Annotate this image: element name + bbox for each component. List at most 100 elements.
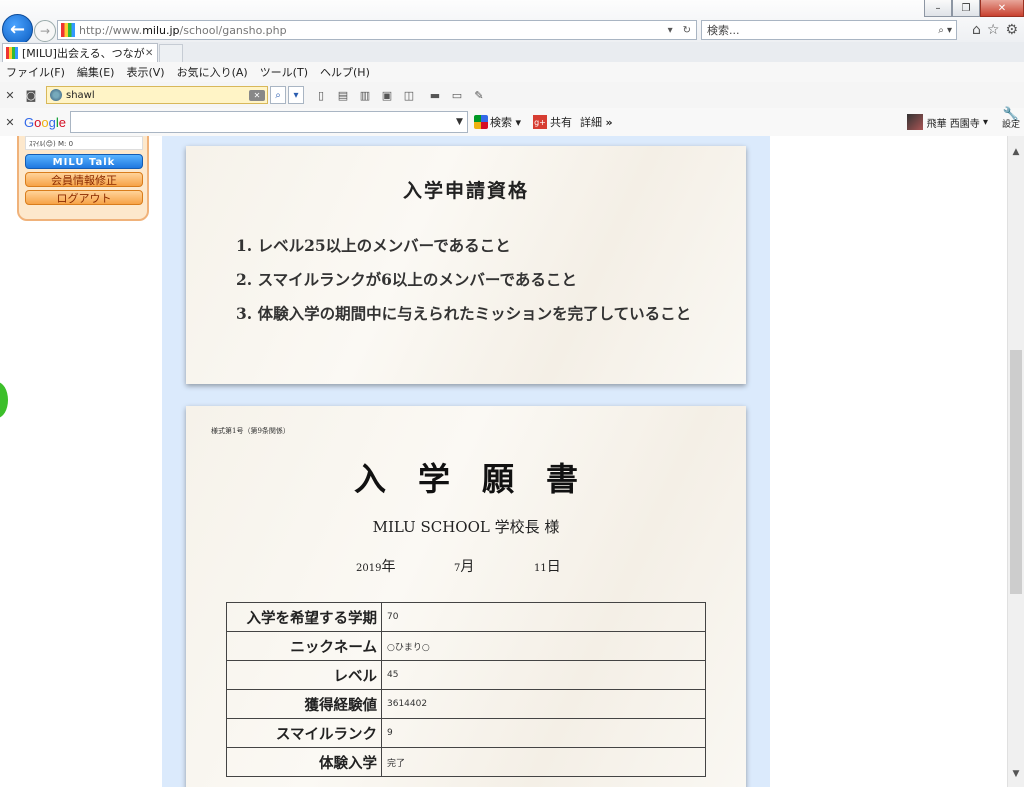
google-search-input[interactable]: ▼ xyxy=(69,111,468,133)
menu-tools[interactable]: ツール(T) xyxy=(254,64,314,80)
close-window-button[interactable]: ✕ xyxy=(980,0,1024,17)
google-settings-button[interactable]: 🔧 設定 xyxy=(1002,107,1020,130)
tab-title: [MILU]出会える、つなが... xyxy=(22,47,145,60)
tab-milu[interactable]: [MILU]出会える、つなが... ✕ xyxy=(2,43,158,62)
application-title: 入学願書 xyxy=(353,460,610,498)
toolbar-search-button[interactable]: ⌕ xyxy=(270,86,286,104)
address-bar[interactable]: http://www.milu.jp/school/gansho.php ▾ ↻ xyxy=(57,20,697,40)
form-number: 様式第1号（第9条関係） xyxy=(211,427,290,435)
arrow-left-icon: ← xyxy=(9,19,26,40)
page-viewport: ｽﾏｲﾙ(😊) M: 0 MILU Talk 会員情報修正 ログアウト 入学申請… xyxy=(0,136,1007,787)
row-value: 45 xyxy=(381,660,706,690)
google-details-button[interactable]: 詳細 » xyxy=(580,114,613,130)
browser-tool-icons: ⌂ ☆ ⚙ xyxy=(972,22,1018,38)
row-value: 9 xyxy=(381,718,706,748)
refresh-icon[interactable]: ↻ xyxy=(678,25,696,36)
tab-favicon-icon xyxy=(6,47,18,59)
forward-button[interactable]: → xyxy=(34,20,56,42)
search-icon[interactable]: ⌕ ▾ xyxy=(934,25,956,36)
avatar xyxy=(906,114,923,130)
row-value: 完了 xyxy=(381,747,706,777)
monitor-arrow-icon[interactable]: ▭ xyxy=(450,88,464,102)
close-tab-icon[interactable]: ✕ xyxy=(145,48,157,59)
minimize-button[interactable]: – xyxy=(924,0,952,17)
back-button[interactable]: ← xyxy=(2,14,33,45)
google-share-button[interactable]: g+ 共有 xyxy=(532,114,572,130)
home-icon[interactable]: ⌂ xyxy=(972,22,981,38)
pin-icon[interactable]: ✎ xyxy=(472,88,486,102)
date-day: 11日 xyxy=(534,559,561,575)
side-tab-handle[interactable] xyxy=(0,382,8,418)
date-month: 7月 xyxy=(454,559,475,575)
table-row: スマイルランク 9 xyxy=(226,718,706,748)
close-toolbar-icon[interactable]: ✕ xyxy=(0,89,20,102)
menu-edit[interactable]: 編集(E) xyxy=(71,64,121,80)
windows-icon[interactable]: ◫ xyxy=(402,88,416,102)
toolbar-search-box[interactable]: shawl ✕ xyxy=(46,86,268,104)
menu-view[interactable]: 表示(V) xyxy=(120,64,170,80)
table-row: 入学を希望する学期 70 xyxy=(226,602,706,632)
globe-icon xyxy=(50,89,62,101)
wrench-icon: 🔧 xyxy=(1002,107,1020,122)
browser-search-input[interactable]: 検索... xyxy=(702,22,934,38)
recipient-line: MILU SCHOOL 学校長 様 xyxy=(372,518,560,536)
gear-icon[interactable]: ⚙ xyxy=(1005,22,1018,38)
google-user-menu[interactable]: 飛華 西園寺 ▾ xyxy=(906,114,988,130)
page-up-icon[interactable]: ▤ xyxy=(336,88,350,102)
title-bar: ← → http://www.milu.jp/school/gansho.php… xyxy=(0,0,1024,45)
close-google-toolbar-icon[interactable]: ✕ xyxy=(0,116,20,129)
row-label: ニックネーム xyxy=(226,631,382,661)
chevron-down-icon[interactable]: ▼ xyxy=(456,117,467,127)
scroll-up-icon[interactable]: ▲ xyxy=(1008,144,1024,161)
google-logo: Google xyxy=(24,114,66,130)
edit-profile-button[interactable]: 会員情報修正 xyxy=(25,172,143,187)
row-value: 3614402 xyxy=(381,689,706,719)
maximize-button[interactable]: ❐ xyxy=(952,0,980,17)
window-icon[interactable]: ▣ xyxy=(380,88,394,102)
menu-help[interactable]: ヘルプ(H) xyxy=(314,64,376,80)
browser-search-box[interactable]: 検索... ⌕ ▾ xyxy=(701,20,957,40)
row-value: ○ひまり○ xyxy=(381,631,706,661)
requirement-item: 1. レベル25以上のメンバーであること xyxy=(236,236,511,255)
menu-file[interactable]: ファイル(F) xyxy=(0,64,71,80)
scrollbar-thumb[interactable] xyxy=(1010,350,1022,594)
main-content: 入学申請資格 1. レベル25以上のメンバーであること 2. スマイルランクが6… xyxy=(162,136,770,787)
addon-toolbar: ✕ ◙ shawl ✕ ⌕ ▾ ▯ ▤ ▥ ▣ ◫ ▬ ▭ ✎ xyxy=(0,82,1024,109)
menu-favorites[interactable]: お気に入り(A) xyxy=(171,64,254,80)
application-form-card: 様式第1号（第9条関係） 入学願書 MILU SCHOOL 学校長 様 2019… xyxy=(186,406,746,787)
address-dropdown-icon[interactable]: ▾ xyxy=(663,25,678,36)
table-row: 獲得経験値 3614402 xyxy=(226,689,706,719)
google-search-button[interactable]: 検索 ▾ xyxy=(473,114,521,130)
requirements-card: 入学申請資格 1. レベル25以上のメンバーであること 2. スマイルランクが6… xyxy=(186,146,746,384)
google-icon xyxy=(473,115,488,129)
row-label: スマイルランク xyxy=(226,718,382,748)
row-label: 体験入学 xyxy=(226,747,382,777)
tab-bar: [MILU]出会える、つなが... ✕ xyxy=(0,42,1024,63)
row-label: レベル xyxy=(226,660,382,690)
address-url[interactable]: http://www.milu.jp/school/gansho.php xyxy=(79,24,663,37)
row-label: 獲得経験値 xyxy=(226,689,382,719)
table-row: 体験入学 完了 xyxy=(226,747,706,777)
window-controls: – ❐ ✕ xyxy=(924,0,1024,17)
page-icon[interactable]: ▯ xyxy=(314,88,328,102)
application-table: 入学を希望する学期 70 ニックネーム ○ひまり○ レベル 45 獲得経験値 36144… xyxy=(226,602,706,777)
star-icon[interactable]: ☆ xyxy=(987,22,1000,38)
camera-icon[interactable]: ◙ xyxy=(24,88,38,102)
requirements-title: 入学申請資格 xyxy=(402,180,529,202)
clear-input-icon[interactable]: ✕ xyxy=(249,89,265,101)
row-label: 入学を希望する学期 xyxy=(226,602,382,632)
new-tab-button[interactable] xyxy=(159,44,183,63)
toolbar-search-input[interactable]: shawl xyxy=(66,90,249,101)
page-list-icon[interactable]: ▥ xyxy=(358,88,372,102)
toolbar-search-dropdown[interactable]: ▾ xyxy=(288,86,304,104)
date-year: 2019年 xyxy=(356,559,396,575)
monitor-icon[interactable]: ▬ xyxy=(428,88,442,102)
arrow-right-icon: → xyxy=(39,24,51,38)
requirement-item: 2. スマイルランクが6以上のメンバーであること xyxy=(236,270,577,289)
requirement-item: 3. 体験入学の期間中に与えられたミッションを完了していること xyxy=(236,304,692,323)
scroll-down-icon[interactable]: ▼ xyxy=(1008,766,1024,783)
vertical-scrollbar[interactable]: ▲ ▼ xyxy=(1007,136,1024,787)
logout-button[interactable]: ログアウト xyxy=(25,190,143,205)
smile-status: ｽﾏｲﾙ(😊) M: 0 xyxy=(25,136,143,150)
milu-talk-button[interactable]: MILU Talk xyxy=(25,154,143,169)
